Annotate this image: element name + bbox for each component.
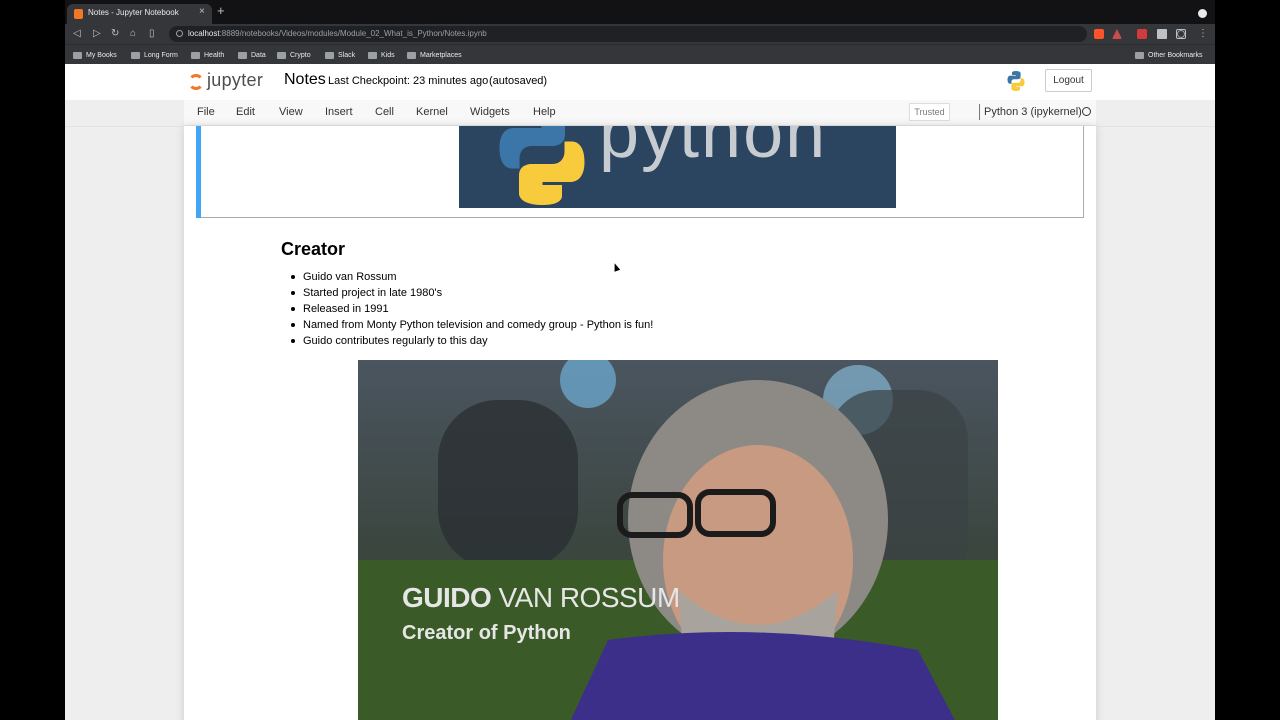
bookmark-label: Marketplaces [420,51,462,59]
wallet-icon[interactable] [1176,29,1186,39]
url-host: localhost [188,29,220,38]
jupyter-logo-text: jupyter [207,70,264,90]
list-item: Guido van Rossum [290,269,653,285]
tab-title: Notes - Jupyter Notebook [88,8,179,17]
bookmarks-bar: My Books Long Form Health Data Crypto Sl… [65,44,1215,64]
brave-shield-icon[interactable] [1094,29,1104,39]
bookmark-folder-marketplaces[interactable]: Marketplaces [407,50,462,60]
address-bar[interactable]: localhost:8889/notebooks/Videos/modules/… [169,26,1185,42]
bookmark-folder-crypto[interactable]: Crypto [277,50,311,60]
browser-tab[interactable]: Notes - Jupyter Notebook × [67,4,212,24]
photo-caption-title: Creator of Python [402,622,571,644]
folder-icon [73,51,82,59]
cell-selection-bar [196,126,201,218]
trusted-indicator[interactable]: Trusted [909,103,950,121]
menu-kernel[interactable]: Kernel [416,106,448,118]
caption-bold: GUIDO [402,582,492,613]
browser-chrome: Notes - Jupyter Notebook × + ◁ ▷ ↻ ⌂ ▯ l… [65,0,1215,64]
guido-portrait-illustration [358,360,998,720]
jupyter-favicon-icon [74,9,83,19]
jupyter-ring-icon [188,74,204,90]
jupyter-page: jupyter Notes Last Checkpoint: 23 minute… [65,64,1215,720]
folder-icon [238,51,247,59]
notebook-container: python Creator Guido van Rossum Started … [184,126,1096,720]
photo-caption-name: GUIDO VAN ROSSUM [402,582,680,614]
autosave-status: (autosaved) [489,75,548,87]
new-tab-icon[interactable]: + [217,4,225,18]
menu-insert[interactable]: Insert [325,106,353,118]
bookmark-label: Slack [338,51,356,59]
bookmark-label: Kids [381,51,395,59]
creator-bullet-list: Guido van Rossum Started project in late… [290,269,654,349]
menu-cell[interactable]: Cell [375,106,394,118]
profile-icon[interactable] [1198,9,1207,18]
browser-menu-icon[interactable]: ⋮ [1198,27,1208,41]
kernel-idle-icon [1082,107,1091,116]
list-item: Guido contributes regularly to this day [290,333,653,349]
logout-button[interactable]: Logout [1045,69,1092,92]
folder-icon [131,51,140,59]
banner-wordmark: python [599,126,828,173]
bookmark-folder-data[interactable]: Data [238,50,266,60]
home-icon[interactable]: ⌂ [130,27,136,41]
caption-thin: VAN ROSSUM [491,582,681,613]
menu-file[interactable]: File [197,106,215,118]
bookmark-label: Other Bookmarks [1148,51,1203,59]
folder-icon [1135,51,1144,59]
folder-icon [277,51,286,59]
folder-icon [368,51,377,59]
url-path: :8889/notebooks/Videos/modules/Module_02… [219,29,487,38]
kernel-separator [979,104,980,120]
brave-rewards-icon[interactable] [1112,29,1122,39]
kernel-name[interactable]: Python 3 (ipykernel) [984,106,1082,118]
bookmark-folder-kids[interactable]: Kids [368,50,395,60]
python-logo-icon [1007,71,1025,91]
jupyter-header: jupyter Notes Last Checkpoint: 23 minute… [65,64,1215,100]
bookmark-label: Data [251,51,266,59]
selected-markdown-cell[interactable]: python [196,126,1084,218]
close-tab-icon[interactable]: × [199,6,205,18]
back-icon[interactable]: ◁ [73,27,81,41]
bookmark-folder-long-form[interactable]: Long Form [131,50,178,60]
notebook-name[interactable]: Notes [284,71,326,89]
list-item: Named from Monty Python television and c… [290,319,654,331]
bookmark-folder-slack[interactable]: Slack [325,50,355,60]
reload-icon[interactable]: ↻ [111,27,119,41]
bookmark-label: Health [204,51,225,59]
forward-icon[interactable]: ▷ [93,27,101,41]
creator-heading: Creator [281,239,346,259]
bookmark-label: My Books [86,51,117,59]
bookmark-folder-my-books[interactable]: My Books [73,50,117,60]
checkpoint-status: Last Checkpoint: 23 minutes ago [328,75,489,87]
url-text[interactable]: localhost:8889/notebooks/Videos/modules/… [188,29,487,38]
bookmark-folder-other[interactable]: Other Bookmarks [1135,50,1202,60]
folder-icon [325,51,334,59]
tab-strip: Notes - Jupyter Notebook × + [65,0,1215,24]
jupyter-logo[interactable]: jupyter [188,70,272,94]
python-banner-image: python [459,126,896,208]
menu-edit[interactable]: Edit [236,106,255,118]
folder-icon [191,51,200,59]
notebook-menubar: File Edit View Insert Cell Kernel Widget… [184,100,1096,126]
bookmark-label: Crypto [290,51,311,59]
menu-widgets[interactable]: Widgets [470,106,510,118]
list-item: Started project in late 1980's [290,285,653,301]
python-snake-icon [499,126,585,205]
extension-red-icon[interactable] [1137,29,1147,39]
menu-help[interactable]: Help [533,106,556,118]
site-info-icon[interactable] [176,30,183,37]
extensions-puzzle-icon[interactable] [1157,29,1167,39]
bookmark-label: Long Form [144,51,178,59]
folder-icon [407,51,416,59]
guido-photo: GUIDO VAN ROSSUM Creator of Python [358,360,998,720]
menu-view[interactable]: View [279,106,303,118]
browser-toolbar: ◁ ▷ ↻ ⌂ ▯ localhost:8889/notebooks/Video… [65,24,1215,44]
bookmark-folder-health[interactable]: Health [191,50,224,60]
bookmark-page-icon[interactable]: ▯ [149,27,155,41]
list-item: Released in 1991 [290,301,653,317]
